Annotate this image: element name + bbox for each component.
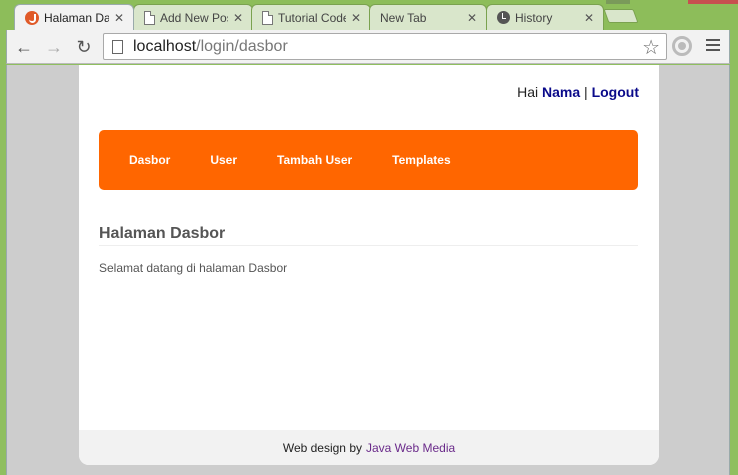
- page-icon: [262, 10, 273, 25]
- tab-close-icon[interactable]: ✕: [350, 11, 362, 25]
- footer-link[interactable]: Java Web Media: [366, 441, 455, 455]
- web-page: Hai Nama | Logout Dasbor User Tambah Use…: [79, 65, 659, 465]
- footer-text: Web design by: [282, 440, 362, 455]
- forward-arrow-icon[interactable]: →: [43, 36, 65, 58]
- footer: Web design by Java Web Media: [79, 430, 659, 465]
- address-bar[interactable]: localhost/login/dasbor ☆: [103, 33, 667, 60]
- window-minimize-edge[interactable]: [606, 0, 630, 4]
- menu-item-tambah-user[interactable]: Tambah User: [277, 153, 352, 167]
- menu-item-dasbor[interactable]: Dasbor: [129, 153, 170, 167]
- browser-viewport: Hai Nama | Logout Dasbor User Tambah Use…: [6, 65, 730, 475]
- new-tab-button[interactable]: [603, 9, 639, 23]
- page-icon: [144, 10, 155, 25]
- tab-history[interactable]: History ✕: [486, 4, 604, 30]
- tab-halaman-dasbor[interactable]: Halaman Dasbor ✕: [14, 4, 134, 30]
- greeting-text: Hai: [517, 84, 539, 100]
- user-name-link[interactable]: Nama: [542, 84, 580, 100]
- menu-item-user[interactable]: User: [210, 153, 237, 167]
- tab-title: Halaman Dasbor: [44, 10, 109, 25]
- tab-close-icon[interactable]: ✕: [583, 11, 595, 25]
- main-menu: Dasbor User Tambah User Templates: [99, 130, 638, 190]
- window-close-edge[interactable]: [688, 0, 738, 4]
- tab-title: Tutorial Codeigniter: [278, 10, 346, 25]
- tab-title: History: [515, 10, 553, 25]
- tab-close-icon[interactable]: ✕: [466, 11, 478, 25]
- back-arrow-icon[interactable]: ←: [13, 36, 35, 58]
- welcome-text: Selamat datang di halaman Dasbor: [99, 261, 288, 275]
- menu-icon[interactable]: [706, 39, 720, 53]
- extension-icon[interactable]: [672, 36, 692, 56]
- user-bar: Hai Nama | Logout: [517, 84, 639, 100]
- logout-link[interactable]: Logout: [592, 84, 639, 100]
- tab-close-icon[interactable]: ✕: [113, 11, 125, 25]
- menu-item-templates[interactable]: Templates: [392, 153, 450, 167]
- java-favicon-icon: [25, 10, 39, 25]
- tab-add-new-post[interactable]: Add New Post ✕: [133, 4, 253, 30]
- tab-title: New Tab: [380, 10, 427, 25]
- url-host: localhost: [133, 37, 197, 55]
- url-text: localhost/login/dasbor: [133, 38, 288, 56]
- tab-title: Add New Post: [160, 10, 228, 25]
- tab-new-tab[interactable]: New Tab ✕: [369, 4, 487, 30]
- tab-close-icon[interactable]: ✕: [232, 11, 244, 25]
- tab-tutorial[interactable]: Tutorial Codeigniter ✕: [251, 4, 371, 30]
- clock-icon: [497, 11, 510, 24]
- page-title: Halaman Dasbor: [99, 225, 638, 246]
- reload-icon[interactable]: ↻: [73, 36, 95, 58]
- separator: |: [584, 84, 588, 100]
- page-icon: [112, 39, 123, 54]
- url-path: /login/dasbor: [196, 37, 288, 55]
- bookmark-star-icon[interactable]: ☆: [642, 35, 660, 60]
- tab-strip: Halaman Dasbor ✕ Add New Post ✕ Tutorial…: [0, 0, 738, 30]
- browser-toolbar: ← → ↻ localhost/login/dasbor ☆: [6, 30, 730, 64]
